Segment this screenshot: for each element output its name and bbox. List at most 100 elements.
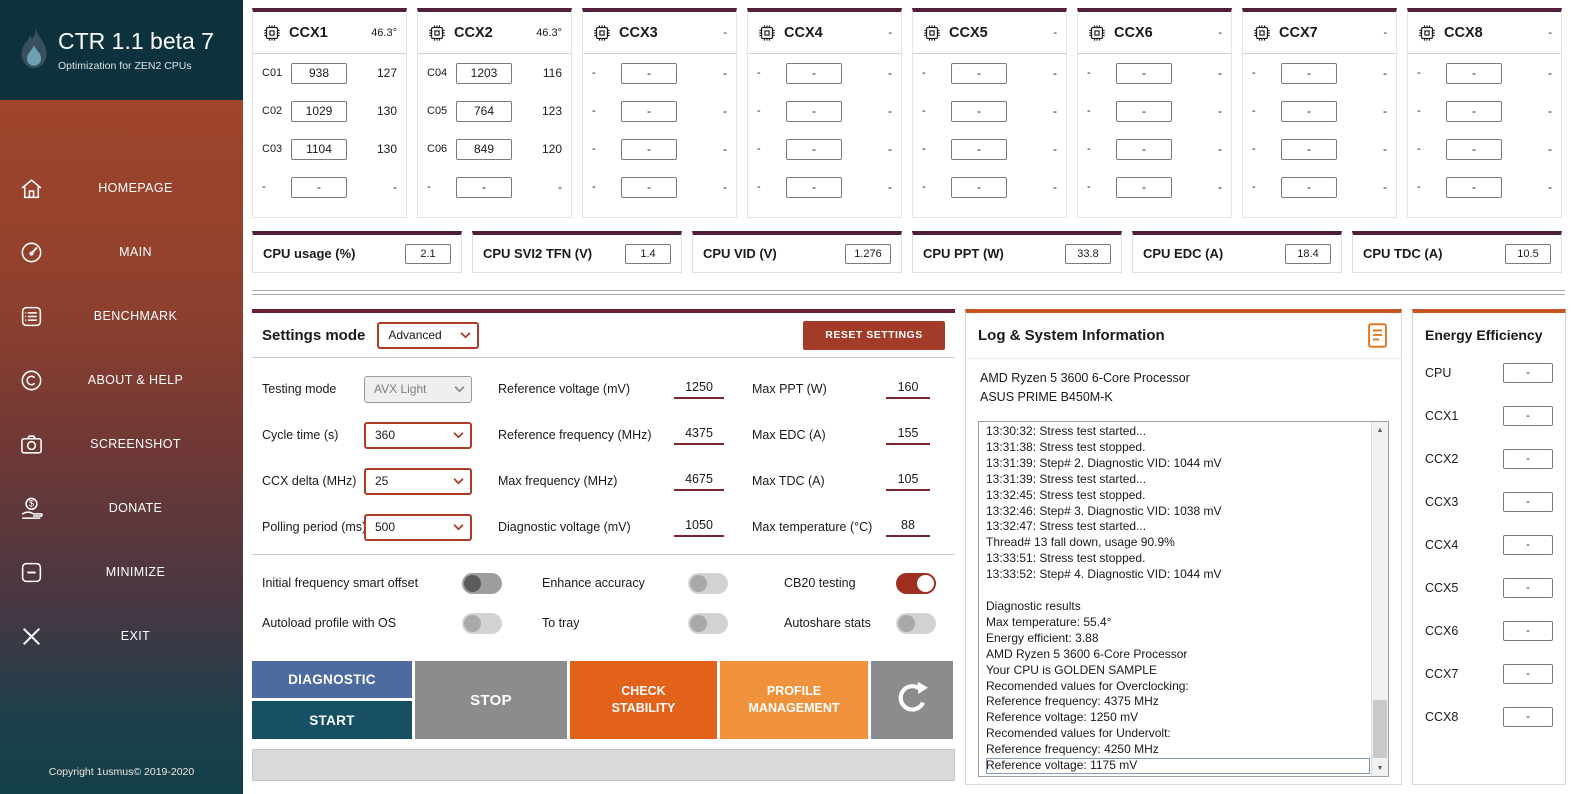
core-metric: - (888, 104, 892, 118)
log-box[interactable]: 13:30:32: Stress test started... 13:31:38… (978, 421, 1389, 777)
core-frequency-field[interactable]: - (621, 176, 677, 198)
check-stability-button[interactable]: CHECK STABILITY (570, 661, 717, 739)
core-frequency-field[interactable]: - (1116, 62, 1172, 84)
energy-row-ccx2: CCX2 - (1413, 437, 1565, 480)
sidebar-item-minimize[interactable]: MINIMIZE (0, 540, 243, 604)
max-ppt-w-value[interactable]: 160 (886, 380, 930, 399)
core-frequency-field[interactable]: - (951, 176, 1007, 198)
enhance-accuracy-toggle[interactable] (688, 572, 728, 594)
testing-mode-dropdown[interactable]: AVX Light (364, 375, 472, 403)
core-frequency-field[interactable]: - (951, 62, 1007, 84)
stat-value-field[interactable]: 1.4 (625, 243, 671, 264)
scroll-down-icon[interactable]: ▼ (1372, 760, 1388, 776)
log-scrollbar[interactable]: ▲ ▼ (1371, 422, 1388, 776)
stat-label: CPU PPT (W) (923, 246, 1004, 261)
reference-frequency-mhz-value[interactable]: 4375 (674, 426, 724, 445)
sidebar-item-exit[interactable]: EXIT (0, 604, 243, 668)
sidebar-item-benchmark[interactable]: BENCHMARK (0, 284, 243, 348)
core-frequency-field[interactable]: - (786, 138, 842, 160)
scroll-up-icon[interactable]: ▲ (1372, 422, 1388, 438)
diagnostic-button[interactable]: DIAGNOSTIC (252, 661, 412, 698)
initial-frequency-smart-offset-toggle[interactable] (462, 572, 502, 594)
core-frequency-field[interactable]: - (951, 138, 1007, 160)
sidebar-item-main[interactable]: MAIN (0, 220, 243, 284)
progress-bar (252, 749, 955, 781)
profile-management-button[interactable]: PROFILE MANAGEMENT (720, 661, 868, 739)
max-frequency-mhz-value[interactable]: 4675 (674, 472, 724, 491)
core-frequency-field[interactable]: - (1281, 100, 1337, 122)
log-line: 13:32:46: Step# 3. Diagnostic VID: 1038 … (986, 503, 1222, 518)
log-line[interactable]: Reference voltage: 1175 mV (986, 758, 1370, 774)
sidebar-item-donate[interactable]: $ DONATE (0, 476, 243, 540)
toggle-row: Autoload profile with OS To tray Autoshare… (252, 603, 955, 643)
core-frequency-field[interactable]: - (786, 176, 842, 198)
ccx-core-row: --- (1243, 130, 1396, 168)
core-frequency-field[interactable]: - (1446, 100, 1502, 122)
chevron-down-icon (453, 524, 464, 531)
settings-mode-value: Advanced (388, 328, 442, 342)
reference-voltage-mv-value[interactable]: 1250 (674, 380, 724, 399)
stat-value-field[interactable]: 10.5 (1505, 243, 1551, 264)
core-frequency-field[interactable]: - (1116, 100, 1172, 122)
setting-label: CCX delta (MHz) (262, 474, 357, 488)
core-frequency-field[interactable]: - (1281, 138, 1337, 160)
core-frequency-field[interactable]: 849 (456, 138, 512, 160)
core-frequency-field[interactable]: 938 (291, 62, 347, 84)
sidebar-item-screenshot[interactable]: SCREENSHOT (0, 412, 243, 476)
core-frequency-field[interactable]: - (1116, 176, 1172, 198)
core-metric: - (1218, 66, 1222, 80)
core-frequency-field[interactable]: - (1446, 138, 1502, 160)
stat-value-field[interactable]: 18.4 (1285, 243, 1331, 264)
ccx-core-row: --- (1078, 54, 1231, 92)
core-label: - (1417, 105, 1421, 117)
stat-value-field[interactable]: 2.1 (405, 243, 451, 264)
sidebar-item-about-help[interactable]: ABOUT & HELP (0, 348, 243, 412)
core-frequency-field[interactable]: 764 (456, 100, 512, 122)
core-frequency-field[interactable]: - (951, 100, 1007, 122)
stat-value-field[interactable]: 1.276 (845, 243, 891, 264)
core-frequency-field[interactable]: - (1281, 62, 1337, 84)
to-tray-toggle[interactable] (688, 612, 728, 634)
core-frequency-field[interactable]: - (786, 62, 842, 84)
diagnostic-voltage-mv-value[interactable]: 1050 (674, 518, 724, 537)
copy-log-icon[interactable] (1366, 322, 1389, 349)
core-frequency-field[interactable]: 1203 (456, 62, 512, 84)
settings-mode-dropdown[interactable]: Advanced (377, 321, 480, 349)
max-edc-a-value[interactable]: 155 (886, 426, 930, 445)
core-frequency-field[interactable]: - (456, 176, 512, 198)
core-frequency-field[interactable]: - (621, 100, 677, 122)
energy-value: - (1503, 362, 1553, 383)
log-line: 13:33:52: Step# 4. Diagnostic VID: 1044 … (986, 567, 1222, 582)
cb20-testing-toggle[interactable] (896, 572, 936, 594)
log-panel: Log & System Information AMD Ryzen 5 360… (965, 309, 1402, 785)
core-frequency-field[interactable]: - (1281, 176, 1337, 198)
cycle-time-s-dropdown[interactable]: 360 (364, 421, 472, 449)
sidebar-item-homepage[interactable]: HOMEPAGE (0, 156, 243, 220)
core-frequency-field[interactable]: 1104 (291, 138, 347, 160)
ccx-delta-mhz-dropdown[interactable]: 25 (364, 467, 472, 495)
chevron-down-icon (460, 332, 471, 339)
core-frequency-field[interactable]: - (621, 62, 677, 84)
polling-period-ms-dropdown[interactable]: 500 (364, 513, 472, 541)
refresh-button[interactable] (871, 661, 953, 739)
max-tdc-a-value[interactable]: 105 (886, 472, 930, 491)
reset-settings-button[interactable]: RESET SETTINGS (803, 320, 945, 350)
core-frequency-field[interactable]: - (621, 138, 677, 160)
autoload-profile-with-os-toggle[interactable] (462, 612, 502, 634)
max-temperature-c-value[interactable]: 88 (886, 518, 930, 537)
start-button[interactable]: START (252, 701, 412, 739)
ccx-temperature: 46.3° (371, 26, 397, 39)
log-line: Your CPU is GOLDEN SAMPLE (986, 662, 1157, 677)
core-frequency-field[interactable]: - (786, 100, 842, 122)
core-frequency-field[interactable]: 1029 (291, 100, 347, 122)
scrollbar-thumb[interactable] (1373, 700, 1387, 758)
stop-button[interactable]: STOP (415, 661, 567, 739)
setting-label: Max EDC (A) (752, 428, 826, 442)
stat-value-field[interactable]: 33.8 (1065, 243, 1111, 264)
core-frequency-field[interactable]: - (1116, 138, 1172, 160)
core-frequency-field[interactable]: - (1446, 176, 1502, 198)
autoshare-stats-toggle[interactable] (896, 612, 936, 634)
core-frequency-field[interactable]: - (1446, 62, 1502, 84)
core-frequency-field[interactable]: - (291, 176, 347, 198)
